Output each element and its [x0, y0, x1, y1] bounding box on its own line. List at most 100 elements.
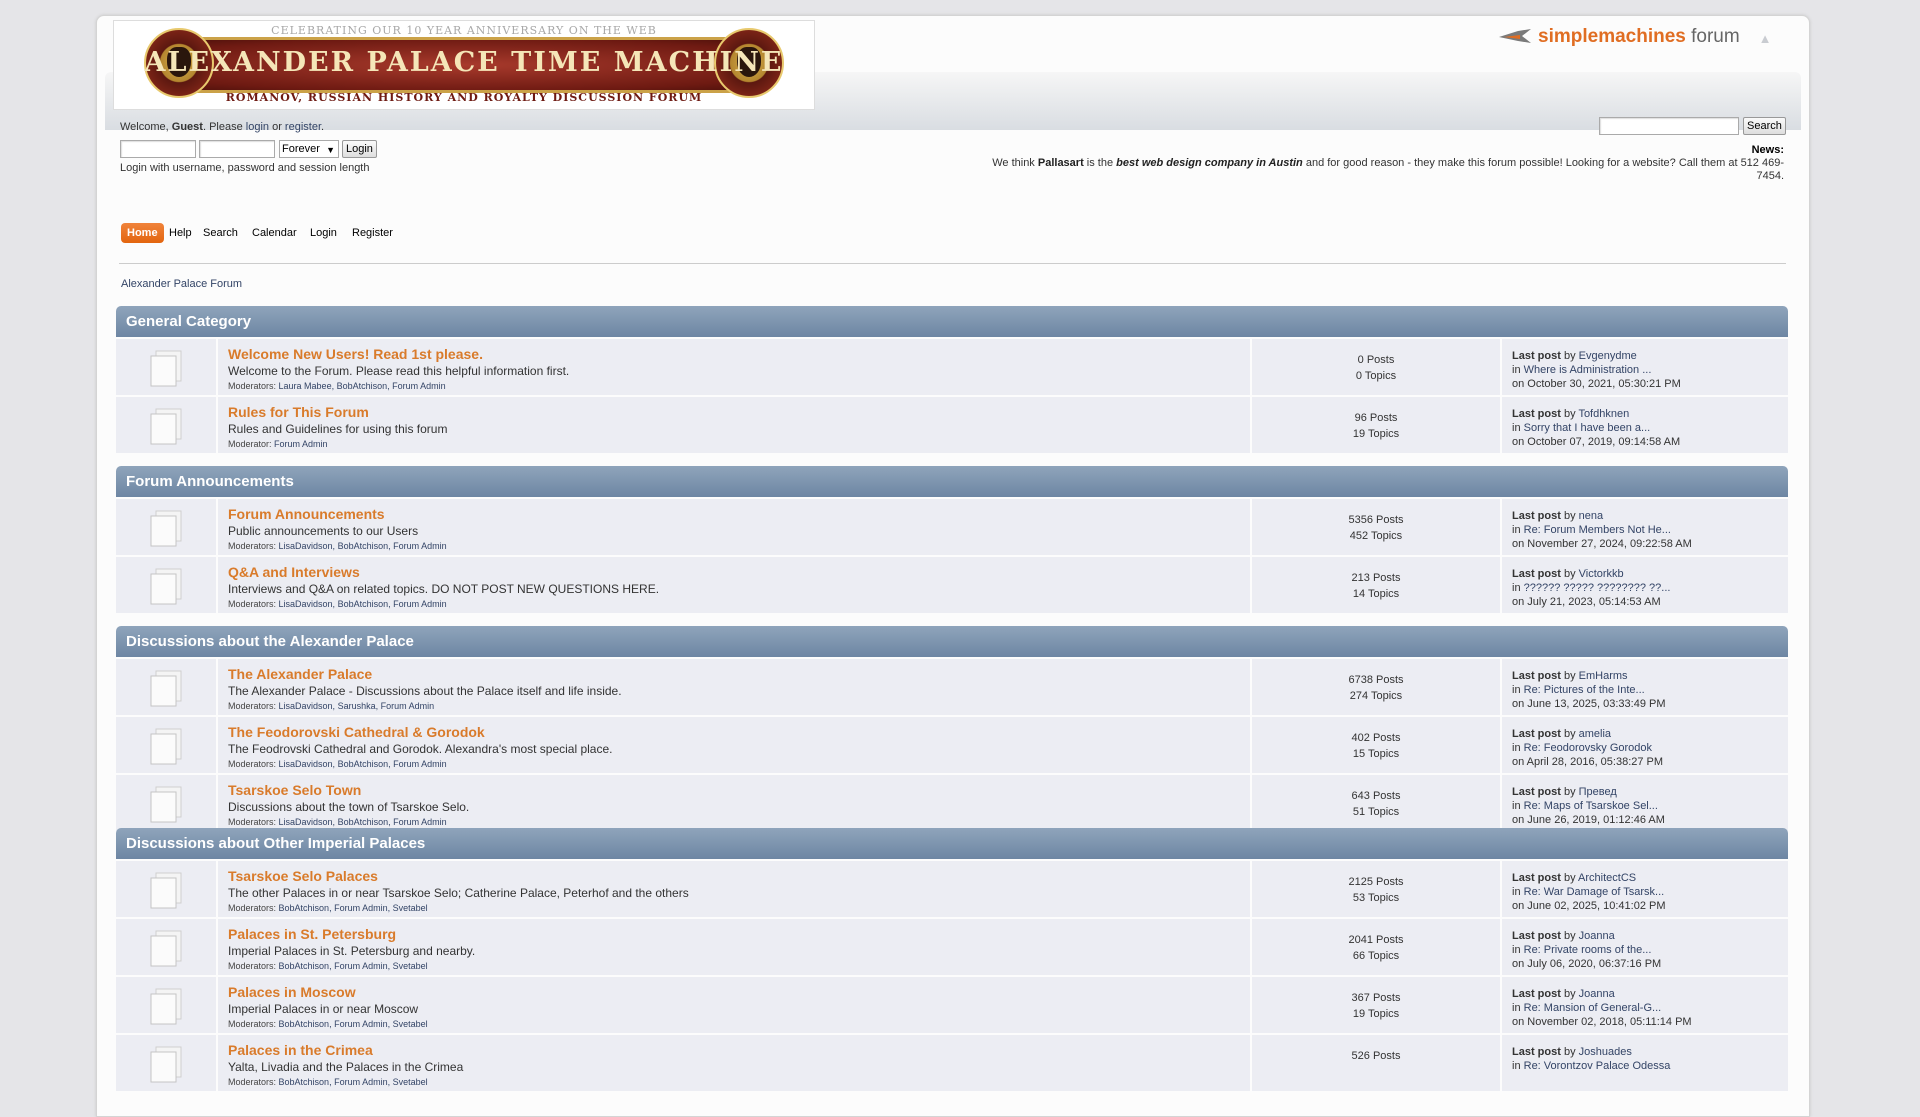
menu-item-register[interactable]: Register: [346, 223, 399, 243]
menu-item-search[interactable]: Search: [197, 223, 244, 243]
board-icon-cell: [116, 861, 216, 917]
board-last-post: Last post by Joanna in Re: Mansion of Gen…: [1502, 977, 1788, 1033]
board-stats: 367 Posts 19 Topics: [1252, 977, 1500, 1033]
board-moderators: Moderators: BobAtchison, Forum Admin, Sv…: [228, 903, 428, 913]
last-post-topic[interactable]: Sorry that I have been a...: [1524, 422, 1651, 434]
board-name-link[interactable]: Palaces in Moscow: [228, 984, 1250, 1000]
no-new-posts-icon[interactable]: [149, 567, 183, 605]
last-post-topic[interactable]: Where is Administration ...: [1524, 364, 1652, 376]
no-new-posts-icon[interactable]: [149, 407, 183, 445]
last-post-topic[interactable]: Re: Mansion of General-G...: [1524, 1002, 1662, 1014]
menu-item-help[interactable]: Help: [163, 223, 198, 243]
topic-count: 53 Topics: [1352, 892, 1400, 904]
board-row: The Feodorovski Cathedral & Gorodok The F…: [116, 717, 1788, 773]
search-input[interactable]: [1599, 117, 1739, 135]
username-input[interactable]: [120, 140, 196, 158]
no-new-posts-icon[interactable]: [149, 1045, 183, 1083]
board-name-link[interactable]: Tsarskoe Selo Town: [228, 782, 1250, 798]
moderator-links[interactable]: LisaDavidson, BobAtchison, Forum Admin: [279, 541, 447, 551]
board-info: Welcome New Users! Read 1st please. Welco…: [218, 339, 1250, 395]
no-new-posts-icon[interactable]: [149, 509, 183, 547]
moderator-links[interactable]: LisaDavidson, BobAtchison, Forum Admin: [279, 759, 447, 769]
board-name-link[interactable]: Forum Announcements: [228, 506, 1250, 522]
moderator-links[interactable]: Forum Admin: [274, 439, 328, 449]
moderator-links[interactable]: BobAtchison, Forum Admin, Svetabel: [279, 1077, 428, 1087]
post-count: 96 Posts: [1354, 412, 1398, 424]
post-count: 5356 Posts: [1348, 514, 1404, 526]
board-moderators: Moderators: LisaDavidson, BobAtchison, F…: [228, 541, 447, 551]
last-post-author[interactable]: Превед: [1579, 786, 1617, 798]
last-post-topic[interactable]: Re: War Damage of Tsarsk...: [1524, 886, 1665, 898]
last-post-topic[interactable]: Re: Vorontzov Palace Odessa: [1524, 1060, 1671, 1072]
moderator-links[interactable]: BobAtchison, Forum Admin, Svetabel: [279, 961, 428, 971]
no-new-posts-icon[interactable]: [149, 727, 183, 765]
last-post-author[interactable]: Tofdhknen: [1578, 408, 1629, 420]
last-post-author[interactable]: Evgenydme: [1579, 350, 1637, 362]
session-length-select[interactable]: Forever ▼: [279, 140, 339, 158]
forum-banner[interactable]: Celebrating our 10 year anniversary on t…: [113, 20, 815, 110]
last-post-author[interactable]: Victorkkb: [1579, 568, 1624, 580]
board-name-link[interactable]: Rules for This Forum: [228, 404, 1250, 420]
board-name-link[interactable]: Welcome New Users! Read 1st please.: [228, 346, 1250, 362]
board-name-link[interactable]: The Feodorovski Cathedral & Gorodok: [228, 724, 1250, 740]
moderator-links[interactable]: LisaDavidson, BobAtchison, Forum Admin: [279, 599, 447, 609]
moderator-links[interactable]: LisaDavidson, BobAtchison, Forum Admin: [279, 817, 447, 827]
board-icon-cell: [116, 659, 216, 715]
last-post-topic[interactable]: Re: Feodorovsky Gorodok: [1524, 742, 1652, 754]
no-new-posts-icon[interactable]: [149, 987, 183, 1025]
board-row: Tsarskoe Selo Town Discussions about the …: [116, 775, 1788, 831]
board-icon-cell: [116, 919, 216, 975]
board-moderators: Moderator: Forum Admin: [228, 439, 328, 449]
menu-item-calendar[interactable]: Calendar: [246, 223, 303, 243]
board-info: Tsarskoe Selo Town Discussions about the …: [218, 775, 1250, 831]
board-icon-cell: [116, 557, 216, 613]
last-post-topic[interactable]: Re: Forum Members Not He...: [1524, 524, 1671, 536]
search-button[interactable]: Search: [1743, 117, 1786, 135]
board-stats: 2041 Posts 66 Topics: [1252, 919, 1500, 975]
no-new-posts-icon[interactable]: [149, 785, 183, 823]
moderator-links[interactable]: BobAtchison, Forum Admin, Svetabel: [279, 1019, 428, 1029]
menu-item-home[interactable]: Home: [121, 223, 164, 243]
board-row: The Alexander Palace The Alexander Palace…: [116, 659, 1788, 715]
board-info: Palaces in the Crimea Yalta, Livadia and …: [218, 1035, 1250, 1091]
last-post-topic[interactable]: ?????? ????? ???????? ??...: [1524, 582, 1671, 594]
board-name-link[interactable]: Q&A and Interviews: [228, 564, 1250, 580]
no-new-posts-icon[interactable]: [149, 669, 183, 707]
last-post-topic[interactable]: Re: Maps of Tsarskoe Sel...: [1524, 800, 1658, 812]
board-name-link[interactable]: Palaces in the Crimea: [228, 1042, 1250, 1058]
last-post-author[interactable]: amelia: [1579, 728, 1611, 740]
moderator-links[interactable]: LisaDavidson, Sarushka, Forum Admin: [279, 701, 435, 711]
board-name-link[interactable]: Tsarskoe Selo Palaces: [228, 868, 1250, 884]
last-post-topic[interactable]: Re: Pictures of the Inte...: [1524, 684, 1645, 696]
banner-subtitle: Romanov, Russian History and Royalty Dis…: [225, 91, 703, 104]
moderator-links[interactable]: Laura Mabee, BobAtchison, Forum Admin: [279, 381, 446, 391]
board-info: Palaces in St. Petersburg Imperial Palace…: [218, 919, 1250, 975]
moderator-links[interactable]: BobAtchison, Forum Admin, Svetabel: [279, 903, 428, 913]
password-input[interactable]: [199, 140, 275, 158]
board-icon-cell: [116, 717, 216, 773]
breadcrumb[interactable]: Alexander Palace Forum: [121, 278, 242, 290]
board-info: Tsarskoe Selo Palaces The other Palaces i…: [218, 861, 1250, 917]
board-name-link[interactable]: The Alexander Palace: [228, 666, 1250, 682]
board-name-link[interactable]: Palaces in St. Petersburg: [228, 926, 1250, 942]
last-post-author[interactable]: EmHarms: [1579, 670, 1628, 682]
register-link[interactable]: register: [285, 121, 321, 133]
menu-item-login[interactable]: Login: [304, 223, 343, 243]
no-new-posts-icon[interactable]: [149, 929, 183, 967]
last-post-author[interactable]: ArchitectCS: [1578, 872, 1636, 884]
last-post-author[interactable]: Joshuades: [1579, 1046, 1632, 1058]
board-last-post: Last post by amelia in Re: Feodorovsky Go…: [1502, 717, 1788, 773]
last-post-topic[interactable]: Re: Private rooms of the...: [1524, 944, 1652, 956]
login-button[interactable]: Login: [342, 140, 377, 158]
no-new-posts-icon[interactable]: [149, 349, 183, 387]
last-post-author[interactable]: Joanna: [1579, 988, 1615, 1000]
login-link[interactable]: login: [246, 121, 269, 133]
no-new-posts-icon[interactable]: [149, 871, 183, 909]
last-post-author[interactable]: nena: [1579, 510, 1603, 522]
board-last-post: Last post by ArchitectCS in Re: War Damag…: [1502, 861, 1788, 917]
last-post-author[interactable]: Joanna: [1579, 930, 1615, 942]
last-post-date: on June 13, 2025, 03:33:49 PM: [1512, 698, 1666, 710]
guest-label: Guest: [171, 121, 203, 133]
category-header: Forum Announcements: [116, 466, 1788, 497]
collapse-icon[interactable]: ▲: [1758, 32, 1772, 46]
